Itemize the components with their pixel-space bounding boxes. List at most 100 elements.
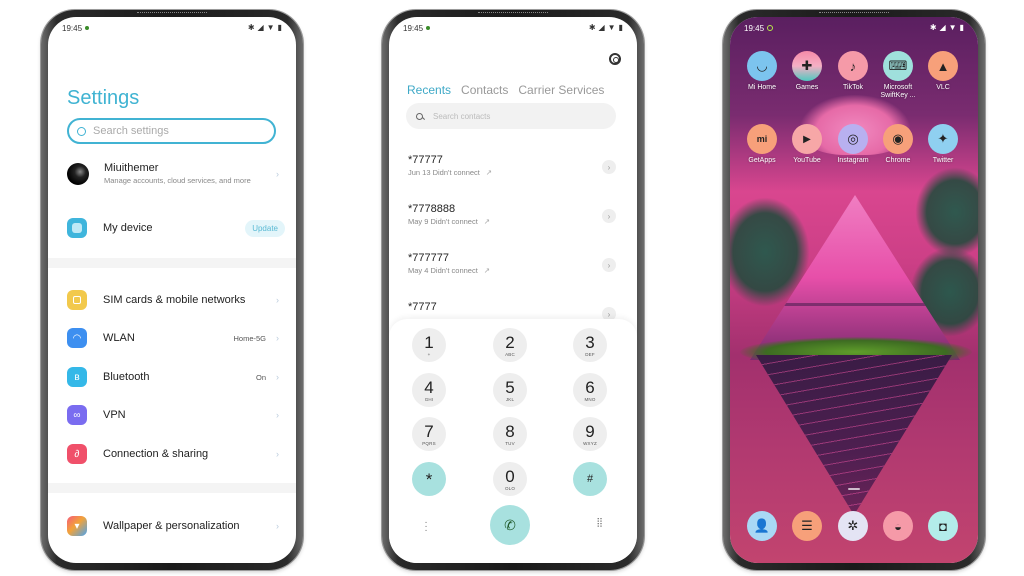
settings-screen: 19:45 ✱ ◢ ▼ ▮ Settings Search settings Miui… (48, 17, 296, 563)
app-label: Instagram (837, 157, 869, 164)
vpn-label: VPN (103, 409, 126, 421)
app-twitter[interactable]: ✦ Twitter (920, 124, 966, 165)
key-3[interactable]: 3 DEF (573, 328, 607, 362)
wifi-status-icon: ▼ (948, 23, 957, 32)
settings-gear-icon[interactable] (609, 53, 621, 65)
app-getapps[interactable]: mi GetApps (739, 124, 785, 165)
key-9[interactable]: 9 WXYZ (573, 417, 607, 451)
key-letters: DEF (585, 351, 595, 357)
chevron-right-icon[interactable]: › (602, 258, 616, 272)
key-letters: ABC (505, 351, 515, 357)
status-time: 19:45 (744, 23, 765, 33)
sidebar-item-wlan[interactable]: ◠ WLAN Home-5G › (48, 328, 296, 348)
sidebar-item-connection[interactable]: ∂ Connection & sharing › (48, 444, 296, 464)
search-placeholder: Search contacts (433, 111, 491, 121)
wlan-label: WLAN (103, 332, 135, 344)
youtube-icon: ▶ (792, 124, 822, 154)
signal-icon: ◢ (939, 23, 946, 32)
status-bar: 19:45 ✱ ◢ ▼ ▮ (730, 17, 978, 39)
contacts-icon[interactable]: 👤 (747, 511, 777, 541)
call-meta: May 4 Didn't connect (408, 266, 478, 275)
swiftkey-icon: ⌨ (883, 51, 913, 81)
vlc-icon: ▲ (928, 51, 958, 81)
app-label: Games (795, 84, 819, 91)
key-hash[interactable]: # (573, 462, 607, 496)
call-button[interactable]: ✆ (490, 505, 530, 545)
recent-call-item[interactable]: *77777 Jun 13 Didn't connect ↗ › (408, 154, 623, 184)
sim-icon (67, 290, 87, 310)
key-digit: 8 (505, 421, 515, 441)
settings-icon[interactable]: ✲ (838, 511, 868, 541)
key-digit: 0 (505, 466, 515, 486)
chevron-right-icon[interactable]: › (602, 209, 616, 223)
battery-icon: ▮ (618, 23, 623, 32)
sidebar-item-bluetooth[interactable]: ʙ Bluetooth On › (48, 367, 296, 387)
sim-label: SIM cards & mobile networks (103, 294, 246, 306)
tab-recents[interactable]: Recents (407, 83, 451, 97)
app-games[interactable]: ✚ Games (784, 51, 830, 92)
status-bar: 19:45 ✱ ◢ ▼ ▮ (389, 17, 637, 39)
app-tiktok[interactable]: ♪ TikTok (830, 51, 876, 92)
more-options-icon[interactable]: · · · (423, 518, 429, 536)
key-8[interactable]: 8 TUV (493, 417, 527, 451)
key-star[interactable]: * (412, 462, 446, 496)
app-label: Mi Home (747, 84, 776, 91)
contacts-search-input[interactable]: Search contacts (406, 103, 616, 129)
tab-carrier-services[interactable]: Carrier Services (518, 83, 604, 97)
chevron-right-icon[interactable]: › (602, 160, 616, 174)
key-4[interactable]: 4 GHI (412, 373, 446, 407)
keypad-toggle-icon[interactable]: ⣿ (596, 517, 603, 528)
chevron-right-icon: › (276, 295, 279, 305)
key-digit: 4 (424, 377, 434, 397)
sidebar-item-vpn[interactable]: ∞ VPN › (48, 405, 296, 425)
key-6[interactable]: 6 MNO (573, 373, 607, 407)
account-row[interactable]: Miuithemer Manage accounts, cloud servic… (48, 162, 296, 185)
recent-call-item[interactable]: *7778888 May 9 Didn't connect ↗ › (408, 203, 623, 233)
mi-home-icon: ◡ (747, 51, 777, 81)
key-7[interactable]: 7 PQRS (412, 417, 446, 451)
chrome-icon: ◉ (883, 124, 913, 154)
home-screen: 19:45 ✱ ◢ ▼ ▮ ◡ Mi Home ✚ Games ♪ TikTok ⌨ Micr… (730, 17, 978, 563)
key-5[interactable]: 5 JKL (493, 373, 527, 407)
key-0[interactable]: 0 OLO (493, 462, 527, 496)
call-meta: Jun 13 Didn't connect (408, 168, 480, 177)
app-chrome[interactable]: ◉ Chrome (875, 124, 921, 165)
app-vlc[interactable]: ▲ VLC (920, 51, 966, 92)
page-title: Settings (67, 87, 140, 109)
update-badge[interactable]: Update (245, 219, 285, 237)
my-device-row[interactable]: My device Update (48, 218, 296, 238)
divider (48, 258, 296, 268)
sidebar-item-sim[interactable]: SIM cards & mobile networks › (48, 290, 296, 310)
messages-icon[interactable]: ☰ (792, 511, 822, 541)
app-mi-home[interactable]: ◡ Mi Home (739, 51, 785, 92)
instagram-icon: ◎ (838, 124, 868, 154)
key-1[interactable]: 1 + (412, 328, 446, 362)
app-swiftkey[interactable]: ⌨ Microsoft SwiftKey ... (875, 51, 921, 100)
camera-icon[interactable]: ◘ (928, 511, 958, 541)
my-device-label: My device (103, 222, 153, 234)
key-digit: 2 (505, 332, 515, 352)
settings-search-input[interactable]: Search settings (67, 118, 276, 144)
gallery-icon[interactable]: ◒ (883, 511, 913, 541)
wlan-value: Home-5G (233, 333, 266, 343)
app-instagram[interactable]: ◎ Instagram (830, 124, 876, 165)
wifi-icon: ◠ (67, 328, 87, 348)
games-icon: ✚ (792, 51, 822, 81)
tab-contacts[interactable]: Contacts (461, 83, 508, 97)
dialer-screen: 19:45 ✱ ◢ ▼ ▮ Recents Contacts Carrier Serv… (389, 17, 637, 563)
connection-icon: ∂ (67, 444, 87, 464)
signal-icon: ◢ (598, 23, 605, 32)
sidebar-item-wallpaper[interactable]: ▾ Wallpaper & personalization › (48, 516, 296, 536)
app-youtube[interactable]: ▶ YouTube (784, 124, 830, 165)
signal-icon: ◢ (257, 23, 264, 32)
call-number: *77777 (408, 154, 443, 166)
status-dot-icon (767, 25, 774, 32)
bluetooth-icon: ʙ (67, 367, 87, 387)
wallpaper (730, 17, 978, 563)
search-icon (416, 112, 423, 120)
key-2[interactable]: 2 ABC (493, 328, 527, 362)
key-letters: PQRS (422, 440, 436, 446)
recent-call-item[interactable]: *777777 May 4 Didn't connect ↗ › (408, 252, 623, 282)
outgoing-arrow-icon: ↗ (483, 266, 491, 275)
wallpaper-icon: ▾ (67, 516, 87, 536)
